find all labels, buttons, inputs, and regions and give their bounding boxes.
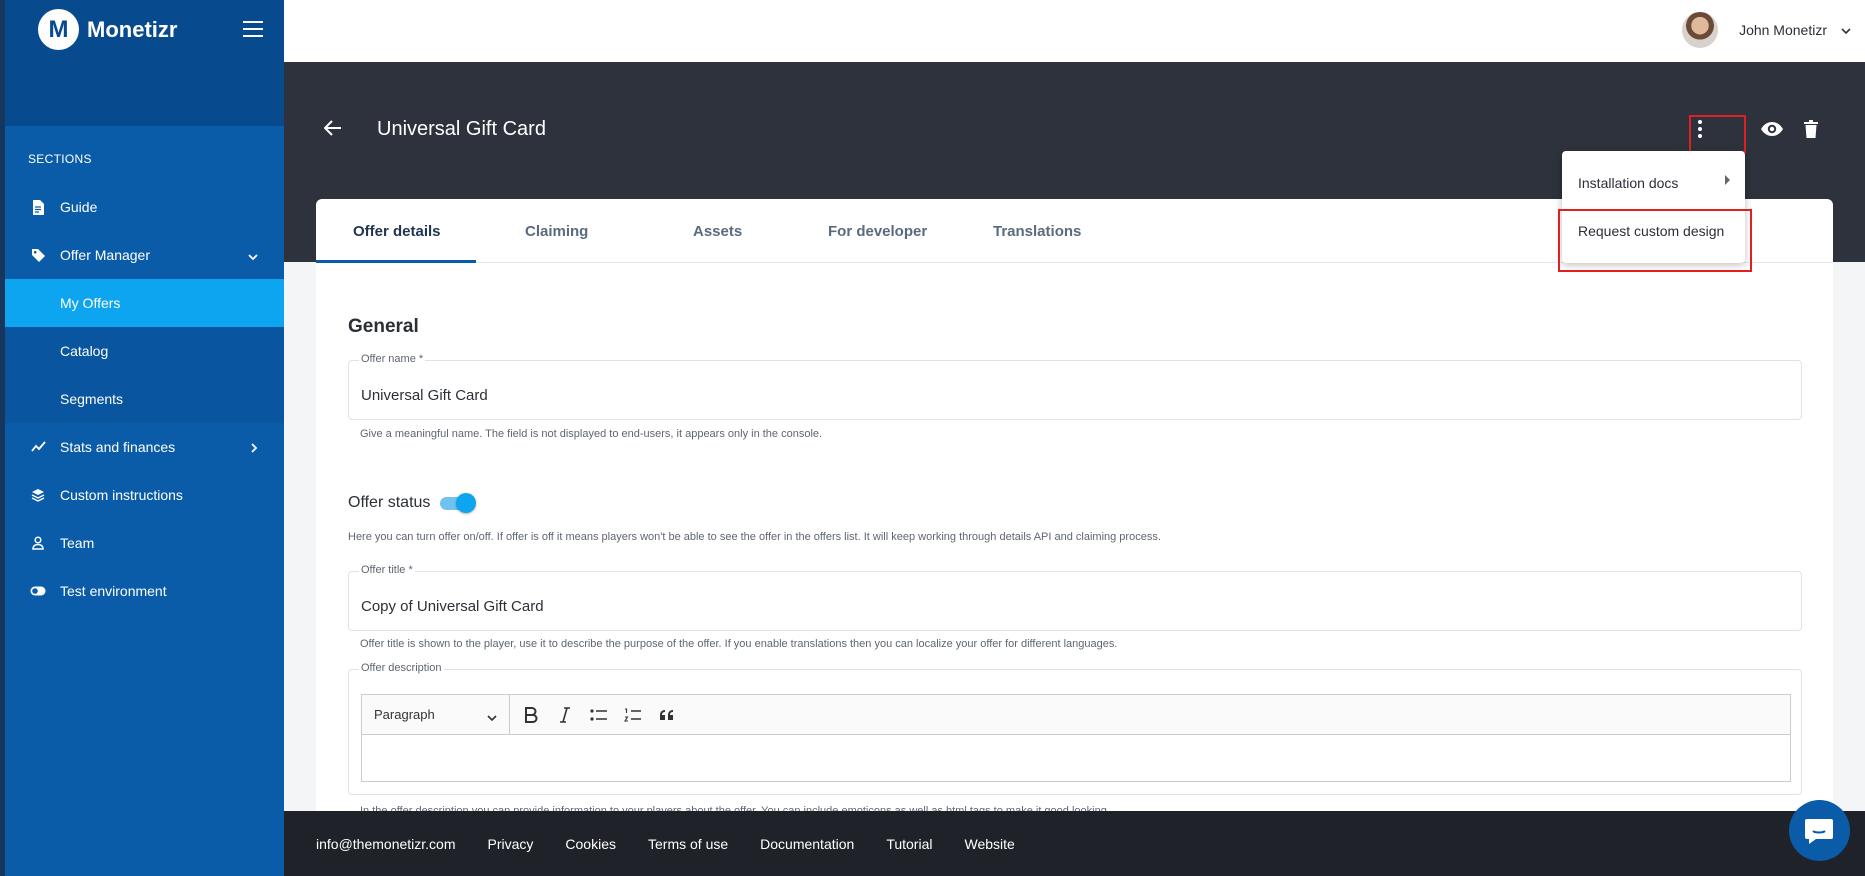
format-value: Paragraph [374,707,435,722]
sidebar-item-label: Offer Manager [60,247,151,263]
sidebar-item-team[interactable]: Team [5,519,284,567]
tab-offer-details[interactable]: Offer details [353,223,441,240]
tab-assets[interactable]: Assets [693,223,742,240]
tag-icon [28,248,48,263]
sidebar-item-test-environment[interactable]: Test environment [5,567,284,615]
sidebar-item-label: Team [60,535,95,551]
sidebar-nav: Guide Offer Manager My Offers Catalog Se… [5,183,284,615]
editor-toolbar: Paragraph [361,694,1791,735]
numbered-list-icon[interactable] [616,695,650,735]
back-arrow-icon[interactable] [323,120,342,141]
footer-link-tutorial[interactable]: Tutorial [886,836,932,852]
offer-title-hint: Offer title is shown to the player, use … [360,638,1118,650]
section-title: General [348,316,419,337]
footer-link-terms[interactable]: Terms of use [648,836,728,852]
caret-right-icon [1725,175,1730,185]
footer-link-privacy[interactable]: Privacy [488,836,534,852]
offer-manager-submenu: My Offers Catalog Segments [5,279,284,423]
document-icon [28,199,48,215]
offer-status-hint: Here you can turn offer on/off. If offer… [348,531,1161,543]
sidebar-item-offer-manager[interactable]: Offer Manager [5,231,284,279]
offer-name-field[interactable]: Offer name * Universal Gift Card [348,353,1802,420]
offer-status-label: Offer status [348,494,431,511]
chevron-down-icon[interactable] [1841,22,1851,40]
sidebar-item-segments[interactable]: Segments [5,375,284,423]
offer-title-input[interactable]: Copy of Universal Gift Card [361,598,544,615]
brand-name: Monetizr [87,16,178,42]
top-bar: John Monetizr [284,0,1865,62]
tab-for-developer[interactable]: For developer [828,223,927,240]
page-title: Universal Gift Card [377,118,546,140]
sidebar-item-label: My Offers [60,295,121,311]
footer: info@themonetizr.com Privacy Cookies Ter… [284,811,1865,876]
menu-item-installation-docs[interactable]: Installation docs [1578,175,1678,191]
logo[interactable]: M Monetizr [38,9,177,50]
chevron-right-icon [250,440,258,456]
bold-icon[interactable] [514,695,548,735]
tab-claiming[interactable]: Claiming [525,223,588,240]
sidebar-item-label: Stats and finances [60,439,176,455]
chat-bubble-icon [1804,818,1833,844]
sidebar-item-guide[interactable]: Guide [5,183,284,231]
chevron-down-icon [248,248,258,264]
quote-icon[interactable] [650,695,684,735]
sidebar-item-label: Segments [60,391,124,407]
paragraph-format-select[interactable]: Paragraph [362,694,510,735]
chevron-down-icon [487,710,497,725]
sidebar-item-label: Custom instructions [60,487,183,503]
sidebar-item-my-offers[interactable]: My Offers [5,279,284,327]
description-editor[interactable] [361,734,1791,782]
tab-translations[interactable]: Translations [993,223,1081,240]
active-tab-indicator [316,260,476,263]
sidebar-item-custom-instructions[interactable]: Custom instructions [5,471,284,519]
toggle-icon [28,586,48,596]
footer-link-cookies[interactable]: Cookies [565,836,616,852]
menu-toggle-icon[interactable] [243,21,263,37]
layers-icon [28,488,48,502]
italic-icon[interactable] [548,695,582,735]
offer-card: Offer details Claiming Assets For develo… [316,199,1833,819]
person-icon [28,536,48,550]
trash-icon[interactable] [1804,120,1818,143]
highlight-box-request-custom-design [1558,209,1752,272]
sidebar-header: M Monetizr [5,0,284,126]
offer-title-field[interactable]: Offer title * Copy of Universal Gift Car… [348,564,1802,631]
user-name[interactable]: John Monetizr [1739,22,1827,38]
field-label: Offer name * [359,353,426,365]
footer-link-website[interactable]: Website [964,836,1014,852]
sidebar-item-stats[interactable]: Stats and finances [5,423,284,471]
highlight-box-more-options [1689,115,1746,153]
field-label: Offer description [359,662,444,674]
sidebar-item-label: Catalog [60,343,109,359]
sidebar-item-catalog[interactable]: Catalog [5,327,284,375]
chart-line-icon [28,441,48,453]
offer-name-input[interactable]: Universal Gift Card [361,387,488,404]
bulleted-list-icon[interactable] [582,695,616,735]
sidebar-item-label: Test environment [60,583,167,599]
offer-status-toggle[interactable] [438,492,477,514]
sidebar-item-label: Guide [60,199,98,215]
offer-status-row: Offer status [348,492,477,514]
field-label: Offer title * [359,564,415,576]
eye-icon[interactable] [1760,121,1784,142]
sections-label: SECTIONS [28,152,92,166]
avatar[interactable] [1682,12,1718,48]
footer-link-email[interactable]: info@themonetizr.com [316,836,456,852]
offer-description-field: Offer description Paragraph [348,662,1802,795]
chat-widget-button[interactable] [1789,800,1850,861]
sidebar: M Monetizr SECTIONS Guide Offer Manager … [0,0,284,876]
footer-link-documentation[interactable]: Documentation [760,836,854,852]
logo-mark: M [38,9,79,50]
offer-name-hint: Give a meaningful name. The field is not… [360,428,823,440]
